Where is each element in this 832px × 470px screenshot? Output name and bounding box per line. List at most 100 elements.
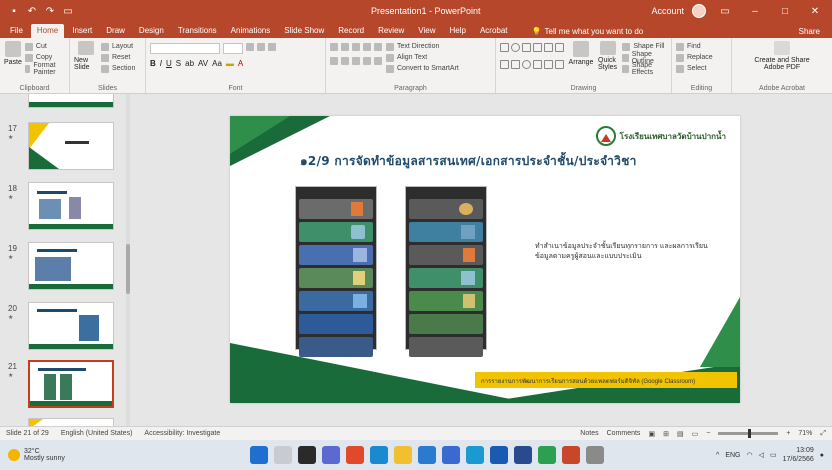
tab-transitions[interactable]: Transitions: [172, 24, 223, 38]
change-case-icon[interactable]: Aa: [212, 59, 222, 68]
tab-insert[interactable]: Insert: [66, 24, 98, 38]
clear-format-icon[interactable]: [268, 43, 276, 51]
tab-acrobat[interactable]: Acrobat: [474, 24, 514, 38]
file-explorer-icon[interactable]: [394, 446, 412, 464]
comments-button[interactable]: Comments: [607, 430, 641, 437]
store-icon[interactable]: [418, 446, 436, 464]
normal-view-icon[interactable]: ▣: [648, 430, 655, 438]
arrange-button[interactable]: Arrange: [569, 41, 593, 71]
tab-animations[interactable]: Animations: [225, 24, 277, 38]
align-text-button[interactable]: Align Text: [386, 52, 459, 63]
word-icon[interactable]: [490, 446, 508, 464]
select-button[interactable]: Select: [676, 63, 727, 74]
shrink-font-icon[interactable]: [257, 43, 265, 51]
start-icon[interactable]: [250, 446, 268, 464]
slide-title[interactable]: ๑2/9 การจัดทำข้อมูลสารสนเทศ/เอกสารประจำช…: [300, 152, 637, 171]
tab-help[interactable]: Help: [444, 24, 472, 38]
chat-icon[interactable]: [322, 446, 340, 464]
zoom-out-icon[interactable]: −: [706, 430, 710, 437]
minimize-icon[interactable]: –: [744, 6, 766, 17]
photos-icon[interactable]: [466, 446, 484, 464]
user-name[interactable]: Account: [651, 6, 684, 16]
replace-button[interactable]: Replace: [676, 52, 727, 63]
slide-thumbnail[interactable]: 20 ★: [0, 302, 130, 356]
clock[interactable]: 13:09 17/6/2566: [783, 446, 814, 464]
tell-me-search[interactable]: 💡 Tell me what you want to do: [526, 24, 650, 38]
bold-icon[interactable]: B: [150, 59, 156, 68]
maximize-icon[interactable]: □: [774, 6, 796, 17]
zoom-slider-knob[interactable]: [748, 429, 752, 438]
shape-effects-button[interactable]: Shape Effects: [622, 62, 667, 76]
save-icon[interactable]: ▪: [8, 5, 20, 17]
slideshow-view-icon[interactable]: ▭: [692, 430, 699, 438]
slide-thumbnail[interactable]: 18 ★: [0, 182, 130, 236]
underline-icon[interactable]: U: [166, 59, 172, 68]
weather-widget[interactable]: 32°C Mostly sunny: [0, 448, 120, 462]
tab-home[interactable]: Home: [30, 24, 65, 38]
notes-button[interactable]: Notes: [580, 430, 598, 437]
slide-thumbnail[interactable]: 17 ★: [0, 122, 130, 176]
layout-button[interactable]: Layout: [101, 41, 135, 52]
font-name-dropdown[interactable]: [150, 43, 220, 54]
slide-description[interactable]: ทำสำเนาข้อมูลประจำชั้นเรียนทุกรายการ และ…: [535, 242, 715, 262]
present-icon[interactable]: ▭: [62, 5, 74, 17]
fit-slide-icon[interactable]: ⤢: [820, 430, 826, 438]
zoom-level[interactable]: 71%: [798, 430, 812, 437]
char-spacing-icon[interactable]: AV: [198, 59, 208, 68]
teams-icon[interactable]: [514, 446, 532, 464]
undo-icon[interactable]: ↶: [26, 5, 38, 17]
tab-draw[interactable]: Draw: [100, 24, 131, 38]
tab-file[interactable]: File: [4, 24, 29, 38]
create-share-pdf-button[interactable]: Create and Share Adobe PDF: [752, 41, 812, 71]
align-left-icon[interactable]: [330, 57, 338, 65]
powerpoint-icon[interactable]: [562, 446, 580, 464]
tab-design[interactable]: Design: [133, 24, 170, 38]
format-painter-button[interactable]: Format Painter: [24, 62, 65, 76]
notification-icon[interactable]: ●: [820, 452, 824, 459]
chrome-icon[interactable]: [538, 446, 556, 464]
tab-record[interactable]: Record: [332, 24, 370, 38]
bullets-icon[interactable]: [330, 43, 338, 51]
slide-thumbnail[interactable]: [0, 418, 130, 426]
align-center-icon[interactable]: [341, 57, 349, 65]
slide-thumbnail[interactable]: 19 ★: [0, 242, 130, 296]
italic-icon[interactable]: I: [160, 59, 162, 68]
task-view-icon[interactable]: [298, 446, 316, 464]
cut-button[interactable]: Cut: [24, 41, 65, 52]
office-icon[interactable]: [346, 446, 364, 464]
grow-font-icon[interactable]: [246, 43, 254, 51]
font-color-icon[interactable]: A: [238, 59, 243, 68]
tab-review[interactable]: Review: [372, 24, 410, 38]
slide-thumbnail[interactable]: [0, 94, 130, 112]
phone-screenshot-1[interactable]: [295, 186, 377, 357]
line-spacing-icon[interactable]: [374, 43, 382, 51]
slide-thumbnail-active[interactable]: 21 ★: [0, 360, 130, 414]
text-direction-button[interactable]: Text Direction: [386, 41, 459, 52]
smartart-button[interactable]: Convert to SmartArt: [386, 63, 459, 74]
columns-icon[interactable]: [374, 57, 382, 65]
tab-slide-show[interactable]: Slide Show: [278, 24, 330, 38]
find-button[interactable]: Find: [676, 41, 727, 52]
edge-icon[interactable]: [370, 446, 388, 464]
new-slide-button[interactable]: New Slide: [74, 41, 98, 71]
slide-canvas[interactable]: โรงเรียนเทศบาลวัดบ้านปากน้ำ ๑2/9 การจัดท…: [230, 116, 740, 403]
settings-icon[interactable]: [586, 446, 604, 464]
strikethrough-icon[interactable]: S: [176, 59, 181, 68]
volume-icon[interactable]: ◁: [759, 451, 764, 459]
accessibility-status[interactable]: Accessibility: Investigate: [144, 430, 220, 437]
shapes-gallery[interactable]: [500, 43, 564, 74]
justify-icon[interactable]: [363, 57, 371, 65]
wifi-icon[interactable]: ◠: [746, 451, 752, 459]
phone-screenshot-2[interactable]: [405, 186, 487, 357]
close-icon[interactable]: ✕: [804, 6, 826, 17]
highlight-icon[interactable]: ▬: [226, 59, 234, 68]
language-indicator[interactable]: English (United States): [61, 430, 133, 437]
avatar[interactable]: [692, 4, 706, 18]
increase-indent-icon[interactable]: [363, 43, 371, 51]
section-button[interactable]: Section: [101, 63, 135, 74]
zoom-in-icon[interactable]: +: [786, 430, 790, 437]
shadow-icon[interactable]: ab: [185, 59, 194, 68]
numbering-icon[interactable]: [341, 43, 349, 51]
chevron-up-icon[interactable]: ^: [716, 452, 719, 459]
mail-icon[interactable]: [442, 446, 460, 464]
